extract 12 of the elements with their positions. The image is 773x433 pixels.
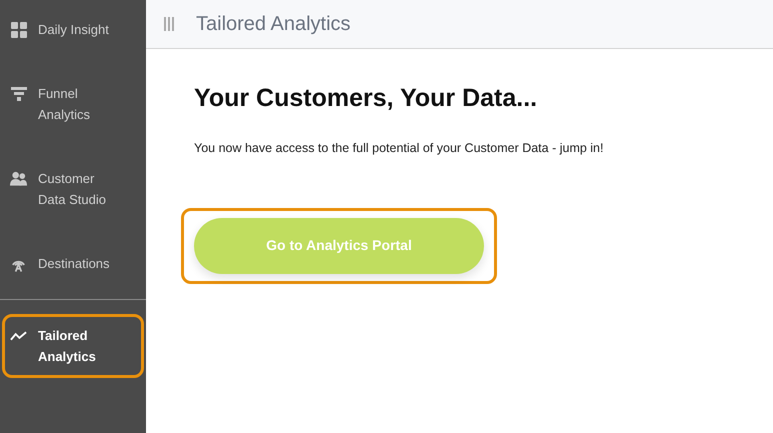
sidebar-item[interactable]: Daily Insight: [10, 19, 143, 40]
heading: Your Customers, Your Data...: [194, 83, 538, 113]
sidebar-item[interactable]: Destinations: [10, 253, 143, 274]
sidebar-item[interactable]: Customer Data Studio: [10, 168, 143, 210]
funnel-icon: [10, 86, 26, 100]
trend-line-icon: [10, 330, 27, 342]
page-title: Tailored Analytics: [196, 12, 351, 37]
menu-icon[interactable]: [164, 17, 174, 31]
sidebar-item[interactable]: Funnel Analytics: [10, 83, 143, 125]
people-icon: [10, 171, 27, 186]
description-text: You now have access to the full potential of your Customer Data - jump in!: [194, 140, 604, 157]
grid-icon: [10, 22, 26, 38]
